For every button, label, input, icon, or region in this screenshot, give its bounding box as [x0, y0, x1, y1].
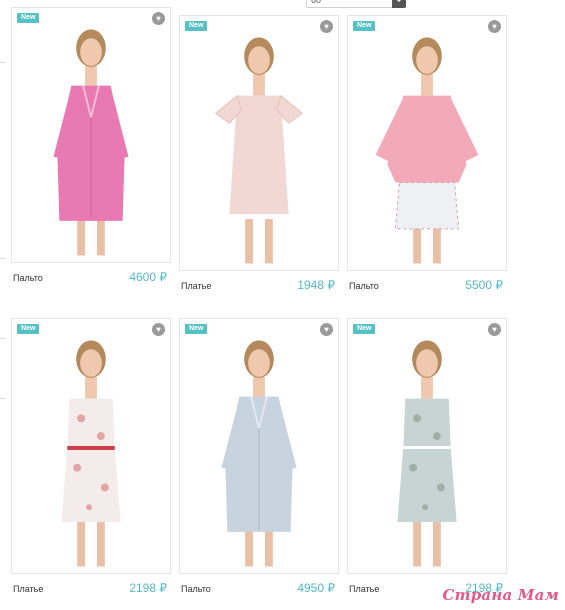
sidebar-edge-line [0, 398, 6, 399]
product-image[interactable]: New ♥ [11, 7, 171, 263]
heart-icon[interactable]: ♥ [488, 20, 501, 33]
product-image[interactable]: New ♥ [347, 15, 507, 271]
heart-icon[interactable]: ♥ [320, 323, 333, 336]
product-image[interactable]: New ♥ [347, 318, 507, 574]
heart-icon[interactable]: ♥ [488, 323, 501, 336]
product-price: 4950 ₽ [297, 581, 335, 595]
sidebar-edge-line [0, 62, 6, 63]
sort-select-value: 60 [311, 0, 322, 5]
product-card[interactable]: New ♥ Пальто 4950 ₽ [179, 318, 339, 596]
heart-icon[interactable]: ♥ [320, 20, 333, 33]
product-name[interactable]: Платье [13, 584, 43, 594]
sidebar-edge-line [0, 258, 6, 259]
product-card[interactable]: New ♥ Пальто 5500 ₽ [347, 15, 507, 293]
new-badge: New [185, 324, 208, 334]
product-card[interactable]: New ♥ Платье 2198 ₽ [347, 318, 507, 596]
new-badge: New [185, 21, 208, 31]
product-name[interactable]: Пальто [181, 584, 211, 594]
product-price: 2198 ₽ [129, 581, 167, 595]
product-card[interactable]: New ♥ Платье 1948 ₽ [179, 15, 339, 293]
new-badge: New [353, 21, 376, 31]
sort-select[interactable]: 60 [306, 0, 406, 8]
heart-icon[interactable]: ♥ [152, 323, 165, 336]
product-card[interactable]: New ♥ Платье 2198 ₽ [11, 318, 171, 596]
sidebar-edge-line [0, 338, 6, 339]
new-badge: New [17, 13, 40, 23]
chevron-down-icon[interactable] [392, 0, 406, 8]
product-image[interactable]: New ♥ [179, 15, 339, 271]
product-name[interactable]: Платье [181, 281, 211, 291]
product-image[interactable]: New ♥ [179, 318, 339, 574]
product-name[interactable]: Платье [349, 584, 379, 594]
watermark-logo: Страна Мам [442, 586, 559, 604]
product-name[interactable]: Пальто [349, 281, 379, 291]
product-name[interactable]: Пальто [13, 273, 43, 283]
new-badge: New [353, 324, 376, 334]
product-image[interactable]: New ♥ [11, 318, 171, 574]
product-price: 1948 ₽ [297, 278, 335, 292]
product-price: 5500 ₽ [465, 278, 503, 292]
new-badge: New [17, 324, 40, 334]
heart-icon[interactable]: ♥ [152, 12, 165, 25]
product-price: 4600 ₽ [129, 270, 167, 284]
product-card[interactable]: New ♥ Пальто 4600 ₽ [11, 7, 171, 285]
